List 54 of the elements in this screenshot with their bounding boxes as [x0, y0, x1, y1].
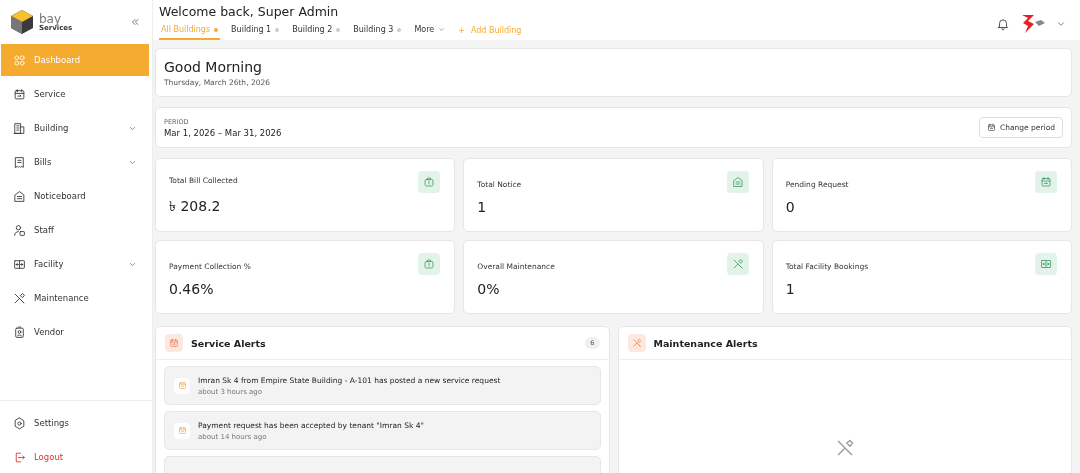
panel-title: Service Alerts: [191, 337, 266, 349]
money-bag-icon: [423, 258, 436, 270]
grid-icon: [13, 53, 26, 67]
chevron-down-icon: [438, 26, 446, 33]
sidebar-item[interactable]: Staff: [1, 214, 149, 246]
calendar-icon: [13, 87, 26, 101]
sidebar-item[interactable]: Bills: [1, 146, 149, 178]
building-tab[interactable]: Building 2: [290, 23, 343, 40]
panel-title: Maintenance Alerts: [653, 337, 758, 349]
avatar-logo[interactable]: [1020, 14, 1046, 34]
logout-button[interactable]: Logout: [1, 441, 149, 473]
chevron-down-icon: [1056, 19, 1066, 29]
page-title: Welcome back, Super Admin: [159, 4, 340, 19]
sidebar-item[interactable]: Settings: [1, 407, 149, 439]
noticeboard-icon: [13, 189, 26, 203]
sidebar-item[interactable]: Building: [1, 112, 149, 144]
receipt-icon: [13, 155, 26, 169]
noticeboard-icon: [731, 176, 744, 188]
building-tab[interactable]: Building 1: [229, 23, 282, 40]
tools-icon: [13, 291, 26, 305]
tools-icon: [731, 258, 744, 270]
calendar-icon: [177, 381, 187, 390]
bell-icon: [996, 17, 1010, 31]
calendar-icon: [987, 123, 996, 132]
badge-icon: [13, 325, 26, 339]
money-bag-icon: [423, 176, 436, 188]
calendar-icon: [1040, 176, 1052, 188]
facility-icon: [1040, 258, 1052, 270]
stat-value: 0%: [477, 280, 500, 297]
greeting-title: Good Morning: [164, 59, 263, 75]
stat-value: 0.46%: [169, 280, 214, 297]
sidebar-item[interactable]: Service: [1, 78, 149, 110]
logo-icon: [11, 10, 33, 34]
stat-value: 1: [477, 198, 487, 215]
brand-name: bay: [39, 12, 62, 25]
calendar-icon: [177, 426, 187, 435]
person-icon: [13, 223, 26, 237]
settings-icon: [13, 416, 26, 430]
calendar-icon: [169, 338, 179, 348]
building-icon: [13, 121, 26, 135]
stat-value: 0: [785, 198, 795, 215]
logout-icon: [13, 450, 26, 464]
sidebar-item[interactable]: Vendor: [1, 316, 149, 348]
sidebar-item[interactable]: Maintenance: [1, 282, 149, 314]
collapse-icon: [130, 17, 140, 27]
stat-value: ৳ 208.2: [169, 196, 221, 216]
building-tab[interactable]: Building 3: [351, 23, 404, 40]
period-range: Mar 1, 2026 – Mar 31, 2026: [164, 127, 282, 138]
facility-icon: [13, 257, 26, 271]
tools-icon: [631, 338, 642, 348]
sidebar-item[interactable]: Noticeboard: [1, 180, 149, 212]
stat-value: 1: [785, 280, 795, 297]
sidebar-item[interactable]: Facility: [1, 248, 149, 280]
building-tab[interactable]: More: [412, 23, 448, 40]
